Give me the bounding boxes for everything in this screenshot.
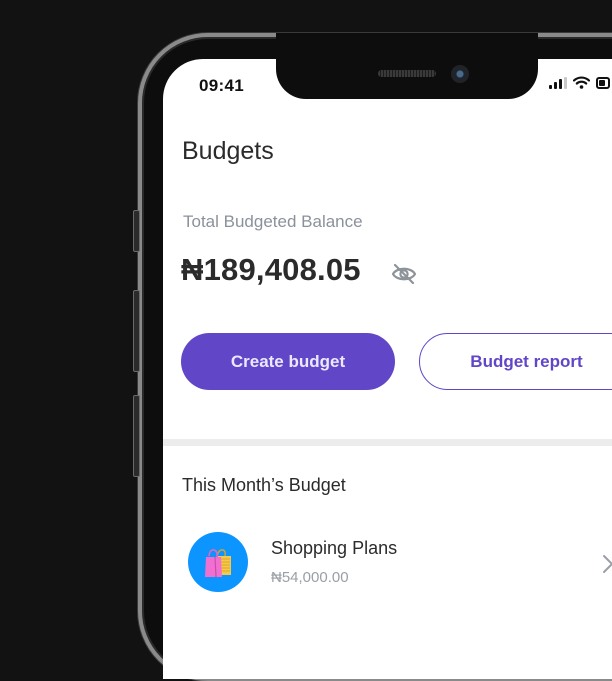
section-divider <box>163 439 612 446</box>
budget-list-item[interactable]: Shopping Plans ₦54,000.00 <box>188 532 612 592</box>
balance-label: Total Budgeted Balance <box>183 212 363 231</box>
wifi-icon <box>573 76 590 89</box>
shopping-bags-icon <box>205 549 231 578</box>
budget-item-amount: ₦54,000.00 <box>271 569 349 586</box>
phone-volume-up-button <box>133 290 140 372</box>
front-camera <box>451 65 469 83</box>
page-title: Budgets <box>182 137 274 165</box>
toggle-balance-visibility-button[interactable] <box>390 262 418 286</box>
budget-report-button[interactable]: Budget report <box>419 333 612 390</box>
speaker-grille <box>378 70 436 77</box>
status-time: 09:41 <box>199 76 244 95</box>
create-budget-button[interactable]: Create budget <box>181 333 395 390</box>
chevron-right-icon[interactable] <box>602 553 612 575</box>
battery-icon <box>596 76 610 89</box>
balance-amount: ₦189,408.05 <box>181 252 361 287</box>
create-budget-label: Create budget <box>230 351 346 371</box>
phone-silent-switch <box>133 210 140 252</box>
budget-report-label: Budget report <box>470 351 583 371</box>
phone-notch <box>276 33 538 99</box>
cellular-signal-icon <box>549 76 567 89</box>
eye-off-icon <box>391 263 417 285</box>
phone-volume-down-button <box>133 395 140 477</box>
status-icons <box>549 76 610 89</box>
section-title: This Month’s Budget <box>182 475 346 495</box>
budget-item-icon-badge <box>188 532 248 592</box>
budget-item-name: Shopping Plans <box>271 538 398 558</box>
